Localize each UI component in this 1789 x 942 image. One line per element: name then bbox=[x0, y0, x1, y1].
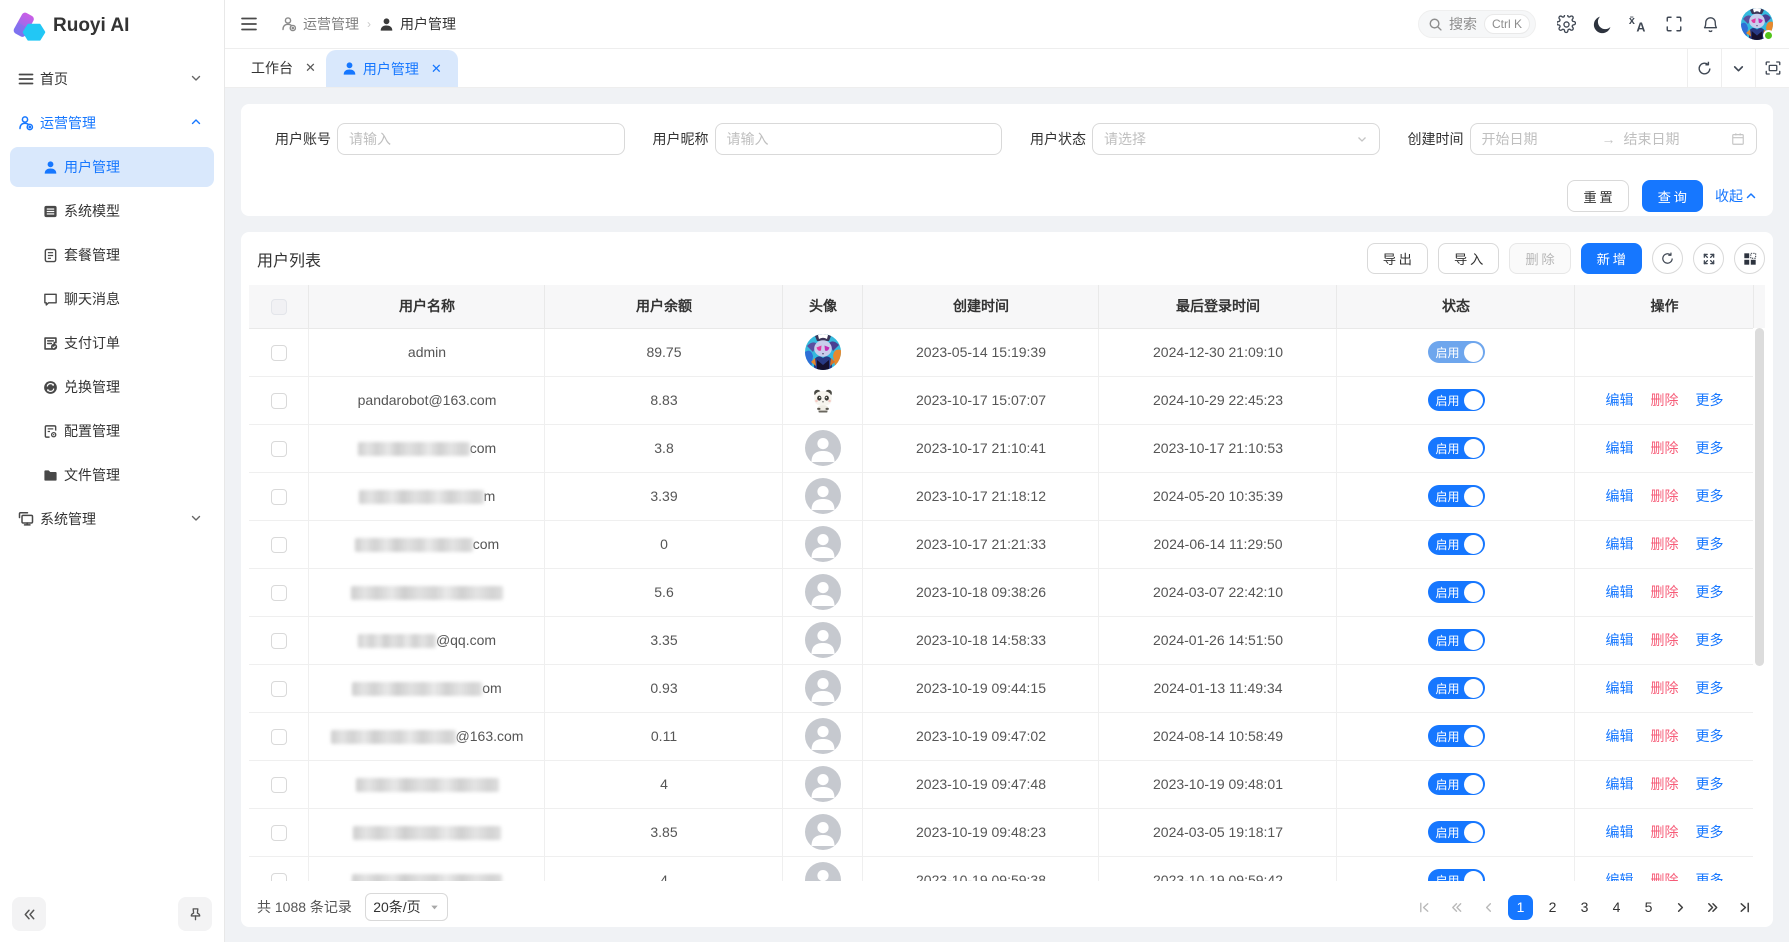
svg-text:x̄: x̄ bbox=[1629, 15, 1635, 27]
svg-text:A: A bbox=[1636, 21, 1645, 35]
